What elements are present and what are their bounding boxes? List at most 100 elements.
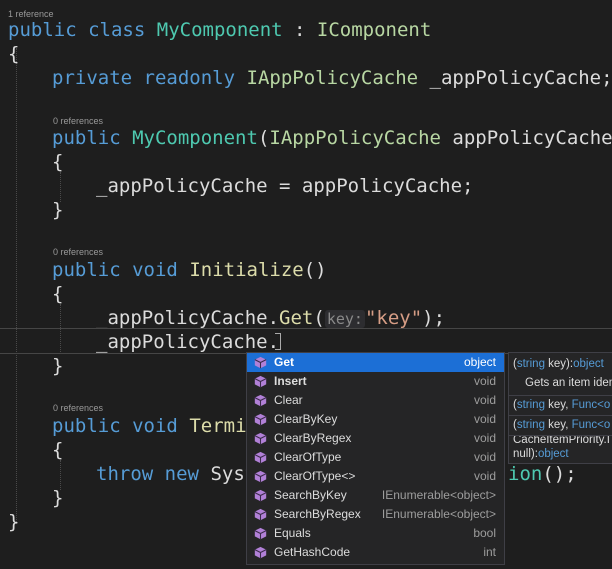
completion-item-name: Clear	[274, 393, 303, 407]
description-text: Gets an item iden	[525, 377, 612, 389]
class-name: MyComponent	[132, 127, 258, 149]
tooltip-divider	[509, 395, 612, 396]
code-line-throw-tail: ion();	[508, 462, 577, 486]
keyword: new	[164, 463, 199, 485]
current-line-highlight	[0, 328, 612, 354]
completion-item[interactable]: Get object	[247, 353, 504, 372]
code-line-open-brace[interactable]: {	[52, 150, 63, 174]
code-line-initialize[interactable]: public void Initialize()	[52, 258, 327, 282]
punctuation: ()	[303, 259, 327, 281]
brace: {	[52, 283, 64, 305]
keyword: public	[52, 415, 121, 437]
method-cube-icon	[254, 489, 267, 502]
code-line-close-brace[interactable]: }	[8, 510, 19, 534]
code-line-ctor[interactable]: public MyComponent(IAppPolicyCache appPo…	[52, 126, 612, 150]
text-caret	[275, 333, 281, 350]
keyword: readonly	[143, 67, 236, 89]
completion-item[interactable]: Clear void	[247, 391, 504, 410]
completion-item-type: void	[473, 393, 496, 407]
completion-item-type: IEnumerable<object>	[381, 507, 496, 521]
completion-item-type: IEnumerable<object>	[381, 488, 496, 502]
method-cube-icon	[254, 394, 267, 407]
tooltip-signature-get: (string key):object	[513, 358, 604, 370]
completion-item[interactable]: ClearOfType<> void	[247, 467, 504, 486]
keyword: void	[132, 259, 178, 281]
keyword: string	[516, 419, 545, 431]
return-type: object	[573, 358, 604, 370]
code-line-close-brace[interactable]: }	[52, 198, 63, 222]
completion-item[interactable]: SearchByRegex IEnumerable<object>	[247, 505, 504, 524]
tooltip-description: Gets an item iden	[525, 377, 612, 389]
type-name: Func<o	[571, 419, 611, 431]
signature-text: key,	[544, 399, 572, 411]
method-cube-icon	[254, 470, 267, 483]
tooltip-overload-line3: null):object	[513, 448, 569, 460]
code-line-field[interactable]: private readonly IAppPolicyCache _appPol…	[52, 66, 612, 90]
method-name: Get	[279, 307, 314, 329]
brace: {	[8, 43, 20, 65]
code-line-open-brace[interactable]: {	[52, 282, 63, 306]
completion-item-name: ClearOfType<>	[274, 469, 356, 483]
completion-item[interactable]: ClearOfType void	[247, 448, 504, 467]
code-line-assign[interactable]: _appPolicyCache = appPolicyCache;	[96, 174, 474, 198]
completion-item-name: Insert	[274, 374, 307, 388]
interface-name: IAppPolicyCache	[269, 127, 441, 149]
completion-item[interactable]: Insert void	[247, 372, 504, 391]
intellisense-completion-list[interactable]: Get object Insert void Clear void ClearByKey vo…	[246, 352, 505, 565]
interface-name: IAppPolicyCache	[246, 67, 419, 89]
completion-item-name: Equals	[274, 526, 311, 540]
completion-item-name: SearchByRegex	[274, 507, 361, 521]
code-line-typing[interactable]: _appPolicyCache.	[96, 330, 279, 354]
code-line-close-brace[interactable]: }	[52, 486, 63, 510]
codelens-terminate-references[interactable]: 0 references	[53, 402, 103, 414]
codelens-initialize-references[interactable]: 0 references	[53, 246, 103, 258]
code-line-throw[interactable]: throw new Syst	[96, 462, 256, 486]
brace: }	[8, 511, 20, 533]
punctuation: :	[282, 19, 317, 41]
tooltip-divider	[509, 415, 612, 416]
indent-guide	[16, 48, 17, 524]
keyword: private	[52, 67, 133, 89]
code-line-open-brace[interactable]: {	[52, 438, 63, 462]
class-name: MyComponent	[156, 19, 283, 41]
keyword: class	[88, 19, 146, 41]
keyword: throw	[96, 463, 154, 485]
signature-tooltip-continued: CacheItemPriority.I null):object	[508, 436, 612, 464]
tooltip-signature-insert: (string key, Func<o	[513, 399, 610, 411]
code-line-terminate[interactable]: public void Termin	[52, 414, 258, 438]
method-cube-icon	[254, 527, 267, 540]
signature-text: null):	[513, 448, 538, 460]
field-name: _appPolicyCache.	[96, 307, 280, 329]
statement: _appPolicyCache = appPolicyCache;	[96, 175, 474, 197]
method-cube-icon	[254, 356, 267, 369]
punctuation: );	[422, 307, 446, 329]
completion-item-type: int	[483, 545, 496, 559]
code-line-class-decl[interactable]: public class MyComponent : IComponent	[8, 18, 431, 42]
keyword: public	[52, 259, 121, 281]
keyword: string	[516, 399, 545, 411]
completion-item-name: ClearOfType	[274, 450, 342, 464]
parameter: appPolicyCache)	[440, 127, 612, 149]
keyword: string	[516, 358, 545, 370]
method-cube-icon	[254, 432, 267, 445]
method-cube-icon	[254, 508, 267, 521]
completion-item[interactable]: GetHashCode int	[247, 543, 504, 562]
method-cube-icon	[254, 413, 267, 426]
completion-item-type: void	[473, 412, 496, 426]
keyword: void	[132, 415, 178, 437]
completion-item-type: void	[473, 431, 496, 445]
punctuation: ();	[542, 463, 577, 485]
signature-text: key):	[544, 358, 574, 370]
completion-item-type: object	[463, 355, 496, 369]
completion-item[interactable]: SearchByKey IEnumerable<object>	[247, 486, 504, 505]
completion-item[interactable]: Equals bool	[247, 524, 504, 543]
completion-item-type: void	[473, 450, 496, 464]
code-line-open-brace[interactable]: {	[8, 42, 19, 66]
keyword: public	[8, 19, 77, 41]
completion-item[interactable]: ClearByKey void	[247, 410, 504, 429]
code-line-close-brace[interactable]: }	[52, 354, 63, 378]
completion-item-type: void	[473, 374, 496, 388]
signature-text: key,	[544, 419, 572, 431]
completion-item[interactable]: ClearByRegex void	[247, 429, 504, 448]
field-name: _appPolicyCache;	[418, 67, 612, 89]
